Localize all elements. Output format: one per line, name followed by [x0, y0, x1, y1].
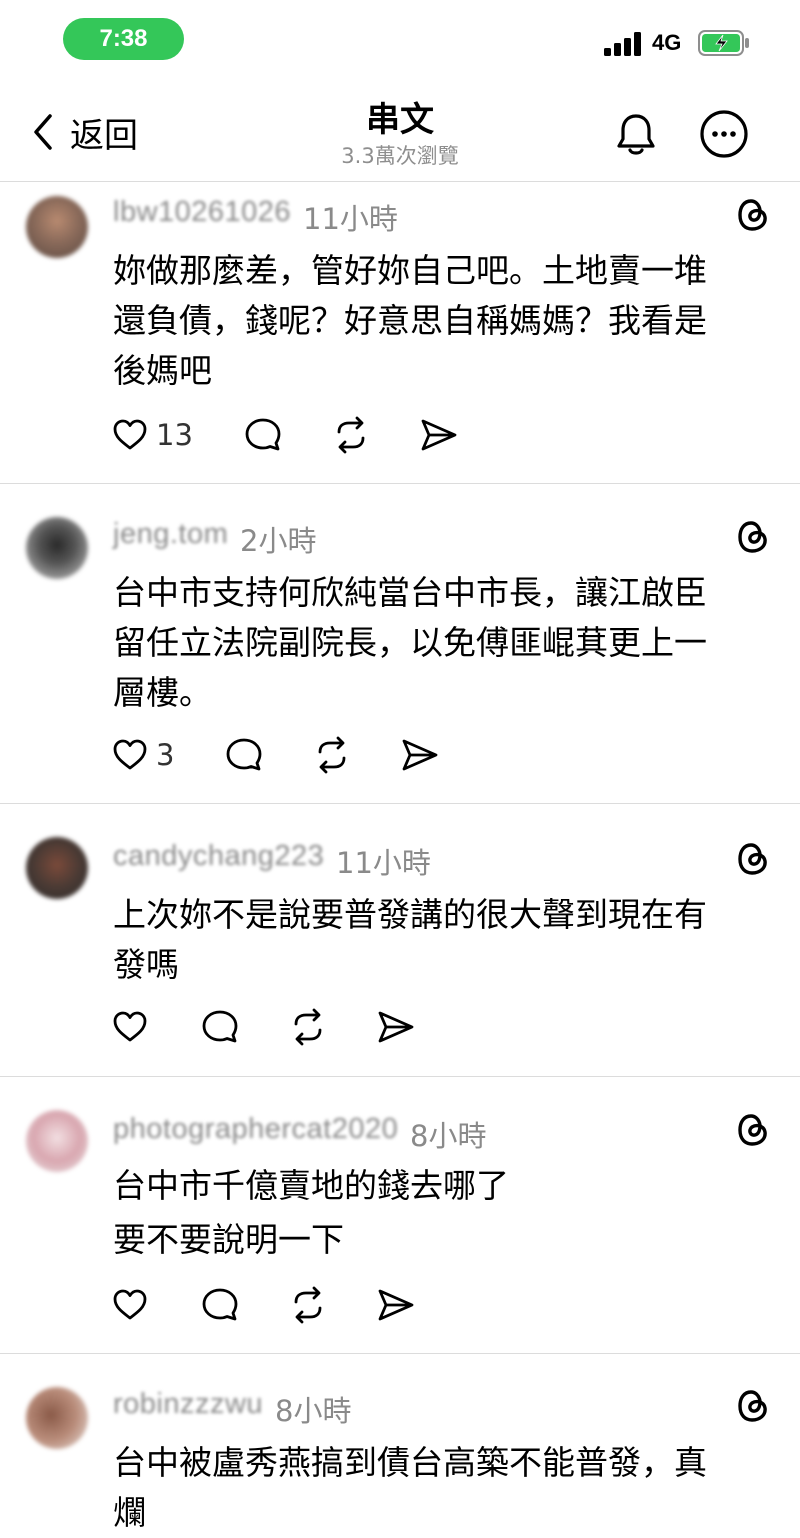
repost-button[interactable]	[288, 1282, 328, 1328]
comment-icon	[202, 1288, 238, 1321]
share-icon	[421, 419, 457, 451]
share-button[interactable]	[419, 412, 459, 458]
username[interactable]: photographercat2020	[113, 1113, 398, 1146]
share-icon	[378, 1289, 414, 1321]
avatar[interactable]	[26, 1110, 88, 1172]
battery-icon	[698, 30, 749, 56]
heart-icon	[113, 419, 147, 450]
like-button[interactable]	[110, 1282, 150, 1328]
back-chevron-icon	[34, 114, 52, 150]
like-count: 13	[156, 418, 193, 452]
reply-button[interactable]	[200, 1004, 240, 1050]
comment-item: jeng.tom 2小時 台中市支持何欣純當台中市長，讓江啟臣 留任立法院副院長…	[0, 484, 800, 804]
like-count: 3	[156, 738, 175, 772]
threads-icon[interactable]	[733, 195, 773, 235]
comment-icon	[245, 418, 281, 451]
avatar[interactable]	[26, 1387, 88, 1449]
reply-button[interactable]	[243, 412, 283, 458]
comment-line: 留任立法院副院長，以免傅匪崐萁更上一	[113, 623, 707, 662]
avatar[interactable]	[26, 517, 88, 579]
like-button[interactable]: 13	[110, 412, 193, 458]
back-button[interactable]: 返回	[28, 110, 138, 156]
username[interactable]: candychang223	[113, 840, 324, 873]
repost-icon	[337, 416, 365, 454]
heart-icon	[113, 1011, 147, 1042]
repost-button[interactable]	[312, 732, 352, 778]
comment-body: 妳做那麼差，管好妳自己吧。土地賣一堆 還負債，錢呢？好意思自稱媽媽？我看是 後媽…	[113, 246, 773, 396]
repost-button[interactable]	[331, 412, 371, 458]
comment-item: photographercat2020 8小時 台中市千億賣地的錢去哪了 要不要…	[0, 1077, 800, 1353]
comment-line: 台中市支持何欣純當台中市長，讓江啟臣	[113, 573, 707, 612]
comment-line: 上次妳不是說要普發講的很大聲到現在有	[113, 895, 707, 934]
like-button[interactable]: 3	[110, 732, 174, 778]
comment-line: 要不要說明一下	[113, 1220, 344, 1259]
comment-line: 台中被盧秀燕搞到債台高築不能普發，真	[113, 1443, 707, 1482]
signal-icon	[604, 32, 641, 56]
reply-button[interactable]	[224, 732, 264, 778]
comment-item: candychang223 11小時 上次妳不是說要普發講的很大聲到現在有 發嗎	[0, 804, 800, 1076]
username[interactable]: lbw10261026	[113, 196, 291, 229]
share-button[interactable]	[400, 732, 440, 778]
comment-line: 還負債，錢呢？好意思自稱媽媽？我看是	[113, 301, 707, 340]
comment-item: robinzzzwu 8小時 台中被盧秀燕搞到債台高築不能普發，真 爛	[0, 1354, 800, 1538]
comment-line: 台中市千億賣地的錢去哪了	[113, 1166, 509, 1205]
avatar[interactable]	[26, 837, 88, 899]
comment-line: 層樓。	[113, 673, 212, 712]
repost-icon	[294, 1008, 322, 1046]
bell-icon[interactable]	[610, 108, 662, 160]
reply-button[interactable]	[200, 1282, 240, 1328]
timestamp: 2小時	[240, 524, 317, 558]
comment-body: 台中市千億賣地的錢去哪了 要不要說明一下	[113, 1159, 773, 1267]
timestamp: 8小時	[275, 1394, 352, 1428]
status-bar: 7:38 4G	[0, 0, 800, 80]
comment-body: 上次妳不是說要普發講的很大聲到現在有 發嗎	[113, 890, 773, 990]
more-icon[interactable]	[698, 108, 750, 160]
page-title: 串文	[366, 100, 434, 140]
heart-icon	[113, 739, 147, 770]
comment-line: 後媽吧	[113, 351, 212, 390]
action-bar: 13	[110, 412, 459, 458]
comment-body: 台中市支持何欣純當台中市長，讓江啟臣 留任立法院副院長，以免傅匪崐萁更上一 層樓…	[113, 568, 773, 718]
repost-icon	[319, 736, 346, 774]
timestamp: 11小時	[336, 846, 431, 880]
action-bar	[110, 1282, 416, 1328]
header-bar: 返回 串文 3.3萬次瀏覽	[0, 80, 800, 182]
repost-button[interactable]	[288, 1004, 328, 1050]
comment-icon	[227, 738, 262, 771]
comment-line: 爛	[113, 1493, 146, 1532]
timestamp: 8小時	[410, 1119, 487, 1153]
action-bar: 3	[110, 732, 440, 778]
share-icon	[403, 739, 438, 771]
status-time: 7:38	[63, 18, 184, 60]
share-icon	[378, 1011, 414, 1043]
repost-icon	[294, 1286, 322, 1324]
threads-icon[interactable]	[733, 1386, 773, 1426]
threads-icon[interactable]	[733, 517, 773, 557]
threads-icon[interactable]	[733, 1110, 773, 1150]
like-button[interactable]	[110, 1004, 150, 1050]
view-count: 3.3萬次瀏覽	[341, 144, 459, 168]
comment-line: 發嗎	[113, 945, 179, 984]
threads-icon[interactable]	[733, 839, 773, 879]
title-block: 串文 3.3萬次瀏覽	[250, 98, 550, 170]
comment-body: 台中被盧秀燕搞到債台高築不能普發，真 爛	[113, 1438, 773, 1538]
back-label: 返回	[70, 115, 138, 156]
share-button[interactable]	[376, 1004, 416, 1050]
comment-line: 妳做那麼差，管好妳自己吧。土地賣一堆	[113, 251, 707, 290]
username[interactable]: jeng.tom	[113, 518, 228, 551]
action-bar	[110, 1004, 416, 1050]
network-type: 4G	[652, 30, 682, 55]
username[interactable]: robinzzzwu	[113, 1388, 263, 1421]
heart-icon	[113, 1289, 147, 1320]
comment-icon	[202, 1010, 238, 1043]
share-button[interactable]	[376, 1282, 416, 1328]
avatar[interactable]	[26, 196, 88, 258]
comment-item: lbw10261026 11小時 妳做那麼差，管好妳自己吧。土地賣一堆 還負債，…	[0, 182, 800, 482]
timestamp: 11小時	[303, 202, 398, 236]
